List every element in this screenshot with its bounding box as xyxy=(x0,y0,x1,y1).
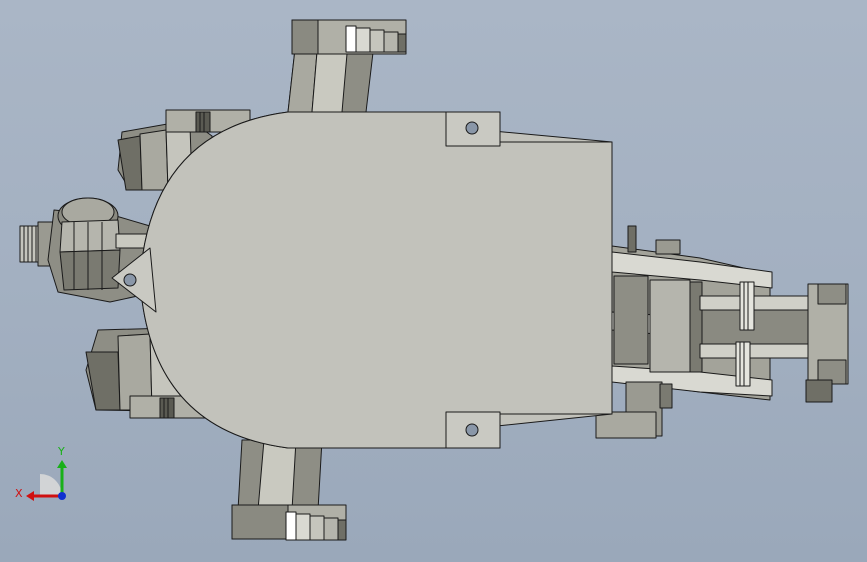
orientation-triad: X Y xyxy=(15,445,67,501)
z-axis-dot xyxy=(58,492,66,500)
y-axis-label: Y xyxy=(57,445,65,458)
cad-viewport[interactable]: X Y xyxy=(0,0,867,562)
x-axis-label: X xyxy=(15,487,23,500)
